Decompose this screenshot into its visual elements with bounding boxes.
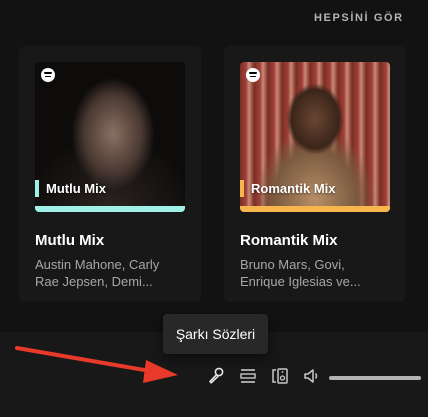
playlist-description: Bruno Mars, Govi, Enrique Iglesias ve... bbox=[240, 256, 392, 290]
playlist-description: Austin Mahone, Carly Rae Jepsen, Demi... bbox=[35, 256, 187, 290]
mute-button[interactable] bbox=[300, 364, 324, 388]
connect-device-icon bbox=[272, 368, 288, 384]
microphone-icon bbox=[209, 367, 224, 384]
volume-icon bbox=[304, 369, 318, 383]
playlist-cover: Mutlu Mix bbox=[35, 62, 185, 212]
playlist-title[interactable]: Romantik Mix bbox=[240, 232, 338, 249]
description-line: Bruno Mars, Govi, bbox=[240, 257, 345, 272]
playlist-card-mutlu-mix[interactable]: Mutlu Mix Mutlu Mix Austin Mahone, Carly… bbox=[19, 46, 201, 302]
playlist-cover: Romantik Mix bbox=[240, 62, 390, 212]
description-line: Rae Jepsen, Demi... bbox=[35, 274, 153, 289]
cover-label-text: Romantik Mix bbox=[251, 181, 336, 196]
lyrics-tooltip: Şarkı Sözleri bbox=[163, 314, 268, 354]
cover-label: Mutlu Mix bbox=[35, 180, 106, 197]
cover-label-text: Mutlu Mix bbox=[46, 181, 106, 196]
volume-slider[interactable] bbox=[329, 376, 421, 380]
description-line: Austin Mahone, Carly bbox=[35, 257, 160, 272]
red-arrow-annotation bbox=[15, 346, 178, 383]
see-all-link[interactable]: HEPSİNİ GÖR bbox=[314, 12, 404, 24]
description-line: Enrique Iglesias ve... bbox=[240, 274, 361, 289]
lyrics-button[interactable] bbox=[204, 364, 228, 388]
spotify-logo-icon bbox=[246, 68, 260, 82]
cover-accent-stripe bbox=[240, 206, 390, 212]
cover-label: Romantik Mix bbox=[240, 180, 336, 197]
cover-accent-bar bbox=[35, 180, 39, 197]
cover-accent-bar bbox=[240, 180, 244, 197]
playlist-title[interactable]: Mutlu Mix bbox=[35, 232, 104, 249]
cover-accent-stripe bbox=[35, 206, 185, 212]
queue-icon bbox=[240, 369, 256, 383]
connect-device-button[interactable] bbox=[268, 364, 292, 388]
spotify-logo-icon bbox=[41, 68, 55, 82]
playlist-card-romantik-mix[interactable]: Romantik Mix Romantik Mix Bruno Mars, Go… bbox=[224, 46, 406, 302]
queue-button[interactable] bbox=[236, 364, 260, 388]
